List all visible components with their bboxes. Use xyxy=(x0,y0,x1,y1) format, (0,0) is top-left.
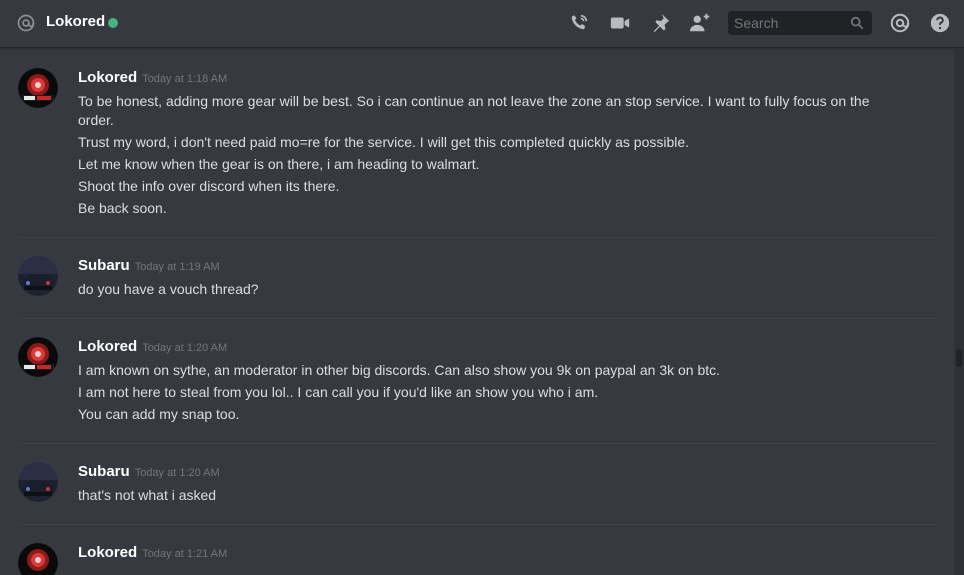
message-divider xyxy=(18,443,936,444)
message-text: order. xyxy=(78,112,114,128)
at-icon xyxy=(17,14,35,32)
channel-name: Lokored xyxy=(46,13,106,30)
message-timestamp: Today at 1:18 AM xyxy=(142,73,228,85)
author-name[interactable]: Subaru xyxy=(78,257,130,274)
message-text: do you have a vouch thread? xyxy=(78,281,259,297)
message-author[interactable]: Lokored Today at 1:21 AM xyxy=(78,544,227,561)
search-input[interactable] xyxy=(728,11,844,35)
message-text: that's not what i asked xyxy=(78,487,217,503)
pin-icon[interactable] xyxy=(649,12,671,34)
lokored-avatar-image xyxy=(18,68,58,108)
lokored-avatar-image xyxy=(18,337,58,377)
message-divider xyxy=(18,524,936,525)
avatar[interactable] xyxy=(18,543,58,575)
message-divider xyxy=(18,237,936,238)
help-icon[interactable] xyxy=(929,12,951,34)
avatar[interactable] xyxy=(18,256,58,296)
author-name[interactable]: Lokored xyxy=(78,69,137,86)
search-icon xyxy=(850,16,864,30)
phone-call-icon[interactable] xyxy=(568,12,590,34)
add-friend-icon[interactable] xyxy=(689,12,711,34)
message-timestamp: Today at 1:20 AM xyxy=(134,467,220,479)
message-text: Trust my word, i don't need paid mo=re f… xyxy=(78,134,690,150)
subaru-avatar-image xyxy=(18,256,58,296)
message-text: Shoot the info over discord when its the… xyxy=(78,178,340,194)
avatar[interactable] xyxy=(18,337,58,377)
scrollbar-track[interactable] xyxy=(954,48,964,575)
message-timestamp: Today at 1:19 AM xyxy=(134,261,220,273)
subaru-avatar-image xyxy=(18,462,58,502)
author-name[interactable]: Lokored xyxy=(78,338,137,355)
message-text: I am not here to steal from you lol.. I … xyxy=(78,384,599,400)
message-author[interactable]: Subaru Today at 1:19 AM xyxy=(78,257,220,274)
message-divider xyxy=(18,318,936,319)
message-text: I am known on sythe, an moderator in oth… xyxy=(78,362,721,378)
scrollbar-thumb[interactable] xyxy=(956,349,962,367)
message-text: You can add my snap too. xyxy=(78,406,240,422)
message-list: Lokored Today at 1:18 AM To be honest, ad… xyxy=(0,48,950,575)
online-status-dot xyxy=(108,18,118,28)
message-author[interactable]: Lokored Today at 1:18 AM xyxy=(78,69,227,86)
message-timestamp: Today at 1:20 AM xyxy=(142,342,228,354)
mention-icon[interactable] xyxy=(889,12,911,34)
message-author[interactable]: Lokored Today at 1:20 AM xyxy=(78,338,227,355)
message-text: Be back soon. xyxy=(78,200,167,216)
video-camera-icon[interactable] xyxy=(609,12,631,34)
message-text: To be honest, adding more gear will be b… xyxy=(78,93,870,109)
avatar[interactable] xyxy=(18,68,58,108)
message-author[interactable]: Subaru Today at 1:20 AM xyxy=(78,463,220,480)
author-name[interactable]: Subaru xyxy=(78,463,130,480)
author-name[interactable]: Lokored xyxy=(78,544,137,561)
search-box[interactable] xyxy=(728,11,872,35)
message-text: Let me know when the gear is on there, i… xyxy=(78,156,480,172)
lokored-avatar-image xyxy=(18,543,58,575)
message-timestamp: Today at 1:21 AM xyxy=(142,548,228,560)
avatar[interactable] xyxy=(18,462,58,502)
channel-header: Lokored xyxy=(0,0,964,48)
